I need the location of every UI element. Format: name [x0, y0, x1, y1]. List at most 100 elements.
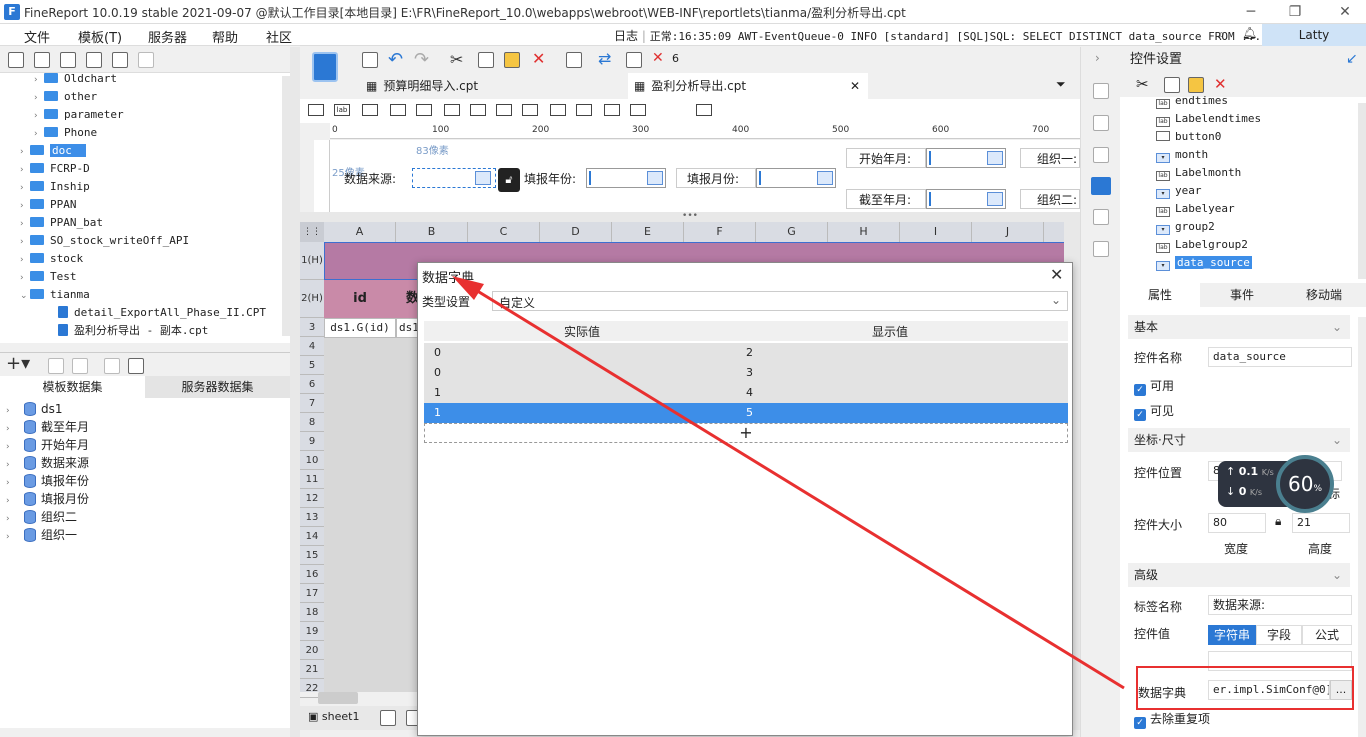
row-header-cell[interactable]: 3	[300, 318, 324, 337]
menu-file[interactable]: 文件	[24, 27, 50, 46]
save-icon[interactable]	[362, 52, 378, 68]
select-all-corner[interactable]: ⋮⋮	[300, 222, 324, 242]
row-header-cell[interactable]: 6	[300, 375, 324, 394]
layout-icon[interactable]	[1093, 83, 1109, 99]
row-header-cell[interactable]: 15	[300, 546, 324, 565]
trash-icon[interactable]	[72, 358, 88, 374]
chevron-right-icon[interactable]: ›	[20, 143, 30, 161]
row-header-cell[interactable]: 4	[300, 337, 324, 356]
cell-attr-icon[interactable]	[1093, 115, 1109, 131]
widget-tree-item[interactable]: lab endtimes	[1156, 92, 1228, 110]
row-header-cell[interactable]: 19	[300, 622, 324, 641]
label-data-source[interactable]: 数据来源:	[344, 170, 396, 187]
undo-icon[interactable]: ↶	[388, 49, 403, 70]
tag-field[interactable]: 数据来源:	[1208, 595, 1352, 615]
delete-icon[interactable]: ✕	[1214, 75, 1227, 93]
column-header-cell[interactable]: A	[324, 222, 396, 242]
dataset-item[interactable]: › 数据来源	[6, 454, 89, 472]
display-value[interactable]: 4	[746, 383, 753, 403]
row-header-cell[interactable]: 12	[300, 489, 324, 508]
dataset-item[interactable]: › 填报年份	[6, 472, 89, 490]
widget-tree-item[interactable]: lab Labelgroup2	[1156, 236, 1248, 254]
dataset-item[interactable]: › 填报月份	[6, 490, 89, 508]
chevron-right-icon[interactable]: ›	[34, 125, 44, 143]
column-header-cell[interactable]: J	[972, 222, 1044, 242]
tab-template-dataset[interactable]: 模板数据集	[0, 376, 145, 398]
paste-icon[interactable]	[504, 52, 520, 68]
tab-doc-budget[interactable]: ▦ 预算明细导入.cpt	[366, 73, 626, 99]
dictionary-row[interactable]: 03	[424, 363, 1068, 383]
tree-item[interactable]: › parameter	[34, 106, 124, 124]
tab-menu-icon[interactable]: ⏷	[1056, 77, 1066, 92]
column-header-cell[interactable]: F	[684, 222, 756, 242]
restore-button[interactable]: ❐	[1280, 2, 1310, 22]
chevron-right-icon[interactable]: ›	[20, 215, 30, 233]
chevron-down-icon[interactable]	[817, 171, 833, 185]
section-basic[interactable]: 基本 ⌄	[1128, 315, 1350, 339]
row-header-cell[interactable]: 1(H)	[300, 242, 324, 280]
value-tab-field[interactable]: 字段	[1256, 625, 1302, 645]
copy-icon[interactable]	[1164, 77, 1180, 93]
tree-widget-icon[interactable]	[604, 104, 620, 116]
cut-icon[interactable]: ✂	[1136, 75, 1149, 93]
value-tab-string[interactable]: 字符串	[1208, 625, 1256, 645]
chevron-right-icon[interactable]: ›	[34, 73, 44, 89]
tree-item[interactable]: › stock	[20, 250, 83, 268]
row-header-cell[interactable]: 14	[300, 527, 324, 546]
widget-tree-scroll[interactable]	[1358, 103, 1366, 279]
tree-item[interactable]: › Test	[20, 268, 77, 286]
tree-item[interactable]: › PPAN_bat	[20, 214, 103, 232]
label-fill-year[interactable]: 填报年份:	[524, 170, 576, 187]
add-sheet-icon[interactable]	[380, 710, 396, 726]
cell-a3[interactable]: ds1.G(id)	[324, 318, 396, 338]
dataset-item[interactable]: › ds1	[6, 400, 63, 418]
label-widget-icon[interactable]: lab	[334, 104, 350, 116]
widget-tree-item[interactable]: ▾ data_source	[1156, 254, 1252, 272]
add-row-button[interactable]: +	[424, 423, 1068, 443]
label-end-month[interactable]: 截至年月:	[859, 191, 911, 208]
tree-item[interactable]: detail_ExportAll_Phase_II.CPT	[48, 304, 266, 322]
actual-value[interactable]: 0	[434, 343, 441, 363]
menu-template[interactable]: 模板(T)	[78, 27, 122, 46]
chevron-right-icon[interactable]: ›	[20, 197, 30, 215]
error-icon[interactable]: ✕	[652, 50, 664, 66]
row-header-cell[interactable]: 9	[300, 432, 324, 451]
find-icon[interactable]	[566, 52, 582, 68]
tree-item[interactable]: 盈利分析导出 - 副本.cpt	[48, 322, 208, 340]
widget-tree-item[interactable]: ▾ month	[1156, 146, 1208, 164]
chevron-down-icon[interactable]	[987, 151, 1003, 165]
textbox-widget-icon[interactable]	[308, 104, 324, 116]
cpu-gauge[interactable]: 60%	[1276, 455, 1334, 513]
type-setting-select[interactable]: 自定义 ⌄	[492, 291, 1068, 311]
chevron-right-icon[interactable]: ›	[20, 251, 30, 269]
dictionary-row[interactable]: 15	[424, 403, 1068, 423]
actual-value[interactable]: 0	[434, 363, 441, 383]
search-icon[interactable]: ⌕	[1218, 27, 1225, 42]
widget-tree-item[interactable]: ▾ group2	[1156, 218, 1215, 236]
props-scrollbar[interactable]	[1358, 317, 1366, 737]
column-header-cell[interactable]: D	[540, 222, 612, 242]
chevron-right-icon[interactable]: ›	[34, 89, 44, 107]
widget-tree-item[interactable]: lab Labelyear	[1156, 200, 1235, 218]
close-window-button[interactable]: ✕	[1330, 2, 1360, 22]
row-header-cell[interactable]: 5	[300, 356, 324, 375]
bell-icon[interactable]: 🔔︎	[1242, 26, 1257, 40]
edit-icon[interactable]	[48, 358, 64, 374]
column-header-cell[interactable]: E	[612, 222, 684, 242]
delete-icon[interactable]	[112, 52, 128, 68]
row-header-cell[interactable]: 8	[300, 413, 324, 432]
data-source-combo[interactable]	[412, 168, 496, 188]
end-month-combo[interactable]	[926, 189, 1006, 209]
chevron-down-icon[interactable]: ⌄	[20, 287, 30, 305]
style-icon[interactable]	[1093, 147, 1109, 163]
log-label[interactable]: 日志	[614, 29, 638, 43]
preview-icon[interactable]	[104, 358, 120, 374]
tab-doc-profit[interactable]: ▦ 盈利分析导出.cpt ✕	[628, 73, 868, 99]
chevron-right-icon[interactable]: ›	[6, 528, 16, 546]
tree-item[interactable]: › Oldchart	[34, 73, 117, 88]
tree-item[interactable]: › other	[34, 88, 97, 106]
minimize-button[interactable]: ─	[1236, 2, 1266, 22]
unlock-icon[interactable]: 🔓︎	[498, 168, 520, 192]
value-tab-formula[interactable]: 公式	[1302, 625, 1352, 645]
dataset-item[interactable]: › 开始年月	[6, 436, 89, 454]
